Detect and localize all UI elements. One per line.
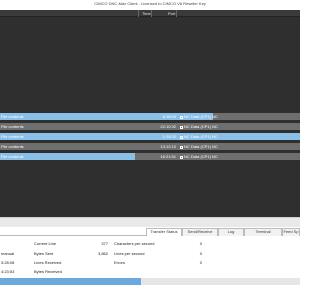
time-value-1: 3:28:08 [1, 260, 15, 265]
errors-value: 0 [199, 260, 202, 265]
row-label: File contents [1, 114, 24, 119]
row-label: File contents [1, 144, 24, 149]
lines-received-label: Lines Received [34, 260, 62, 265]
errors-label: Errors [114, 260, 125, 265]
tab-terminal[interactable]: Terminal [244, 228, 282, 236]
tab-send-receive[interactable]: Send/Receive [182, 228, 218, 236]
mode-value: manual [1, 251, 15, 256]
window-title: CIMCO DNC-Max Client - Licensed to CIMCO… [94, 1, 206, 6]
row-source: NC Data (CP1) NC [180, 124, 218, 129]
column-header-time[interactable]: Time [142, 11, 151, 16]
row-source: NC Data (CP1) NC [180, 114, 218, 119]
title-bar: CIMCO DNC-Max Client - Licensed to CIMCO… [0, 0, 300, 10]
column-separator[interactable] [151, 10, 152, 17]
row-progress-fill [0, 133, 300, 140]
row-time: 22:10:32 [160, 124, 176, 129]
transfer-progress-fill [0, 278, 141, 285]
row-source: NC Data (CP1) NC [180, 154, 218, 159]
row-time: 16:21:51 [160, 154, 176, 159]
row-label: File contents [1, 154, 24, 159]
bytes-received-label: Bytes Received [34, 269, 62, 274]
row-time: 1:25:32 [162, 134, 176, 139]
lines-per-second-value: 0 [199, 251, 202, 256]
row-source: NC Data (CP1) NC [180, 134, 218, 139]
transfer-progress-bar [0, 278, 300, 285]
bytes-sent-label: Bytes Sent [34, 251, 54, 256]
column-header-port[interactable]: Port [168, 11, 175, 16]
chars-per-second-label: Characters per second [114, 241, 155, 246]
row-source: NC Data (CP1) NC [180, 144, 218, 149]
row-time: 13:12:10 [160, 144, 176, 149]
row-time: 6:18:00 [162, 114, 176, 119]
file-icon [180, 155, 183, 159]
transfer-status-panel: manual 3:28:08 4:23:53 Current Line 377 … [0, 236, 300, 300]
tab-log[interactable]: Log [218, 228, 244, 236]
row-label: File contents [1, 124, 24, 129]
transfer-queue: Time Port File contents 6:18:00 NC Data … [0, 10, 300, 217]
tab-bar: Transfer Status Send/Receive Log Termina… [0, 227, 300, 237]
current-line-label: Current Line [34, 241, 57, 246]
lines-per-second-label: Lines per second [114, 251, 145, 256]
current-line-value: 377 [101, 241, 108, 246]
column-separator[interactable] [176, 10, 177, 17]
queue-row[interactable]: File contents 22:10:32 NC Data (CP1) NC [0, 123, 300, 130]
tab-feed-speed[interactable]: Feed Sp [282, 228, 300, 236]
row-label: File contents [1, 134, 24, 139]
queue-row[interactable]: File contents 16:21:51 NC Data (CP1) NC [0, 153, 300, 160]
file-icon [180, 125, 183, 129]
file-icon [180, 135, 183, 139]
queue-row[interactable]: File contents 6:18:00 NC Data (CP1) NC [0, 113, 300, 120]
queue-column-header: Time Port [0, 10, 300, 17]
time-value-2: 4:23:53 [1, 269, 15, 274]
panel-splitter[interactable] [0, 217, 300, 227]
bytes-sent-value: 3,862 [97, 251, 108, 256]
file-icon [180, 145, 183, 149]
chars-per-second-value: 0 [199, 241, 202, 246]
column-separator[interactable] [138, 10, 139, 17]
queue-row[interactable]: File contents 1:25:32 NC Data (CP1) NC [0, 133, 300, 140]
file-icon [180, 115, 183, 119]
queue-row[interactable]: File contents 13:12:10 NC Data (CP1) NC [0, 143, 300, 150]
